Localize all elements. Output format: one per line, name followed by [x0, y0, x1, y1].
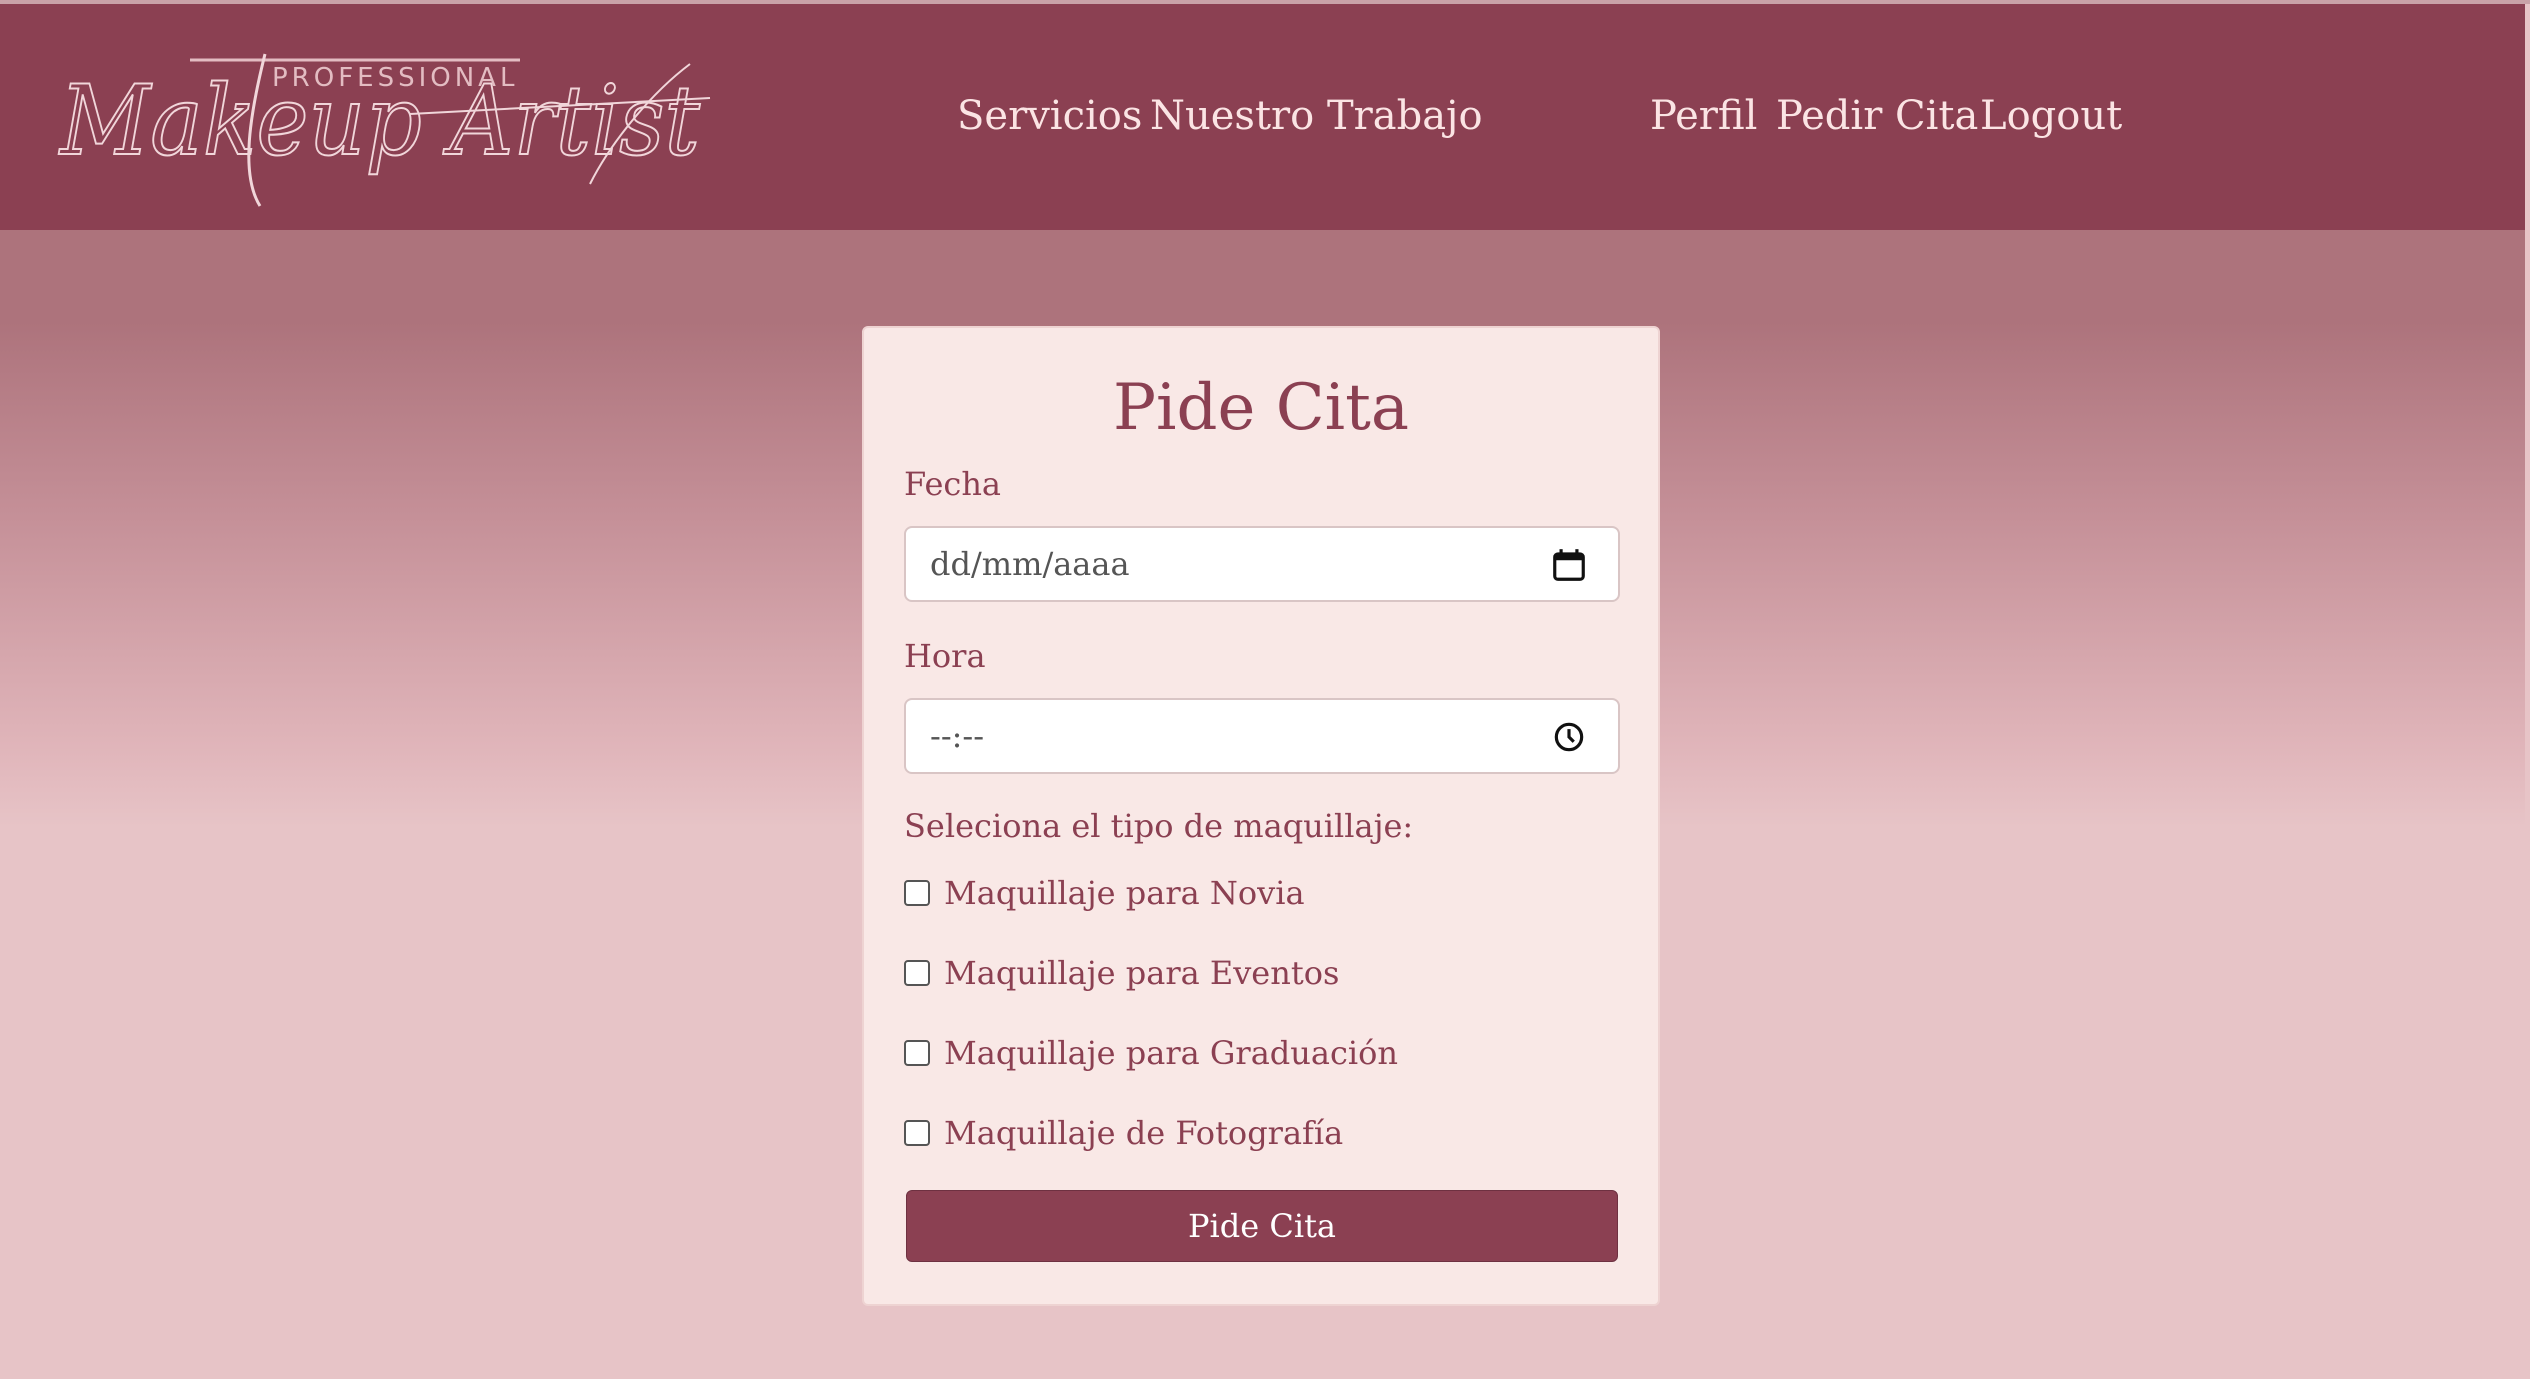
fecha-label: Fecha	[904, 465, 1001, 503]
nav-servicios[interactable]: Servicios	[957, 86, 1142, 146]
calendar-icon[interactable]	[1550, 546, 1588, 584]
form-title: Pide Cita	[1112, 371, 1410, 445]
checkbox-eventos[interactable]	[904, 960, 930, 986]
option-eventos-label: Maquillaje para Eventos	[944, 954, 1340, 992]
checkbox-graduacion[interactable]	[904, 1040, 930, 1066]
hora-placeholder: --:--	[930, 717, 985, 755]
page: PROFESSIONAL Makeup Artist Servicios Nue…	[0, 0, 2525, 1379]
nav-logout[interactable]: Logout	[1980, 86, 2122, 146]
option-fotografia[interactable]: Maquillaje de Fotografía	[904, 1108, 1604, 1158]
option-novia[interactable]: Maquillaje para Novia	[904, 868, 1604, 918]
option-graduacion[interactable]: Maquillaje para Graduación	[904, 1028, 1604, 1078]
appointment-form-card: Pide Cita Fecha dd/mm/aaaa Hora --:-- Se…	[862, 326, 1660, 1306]
option-novia-label: Maquillaje para Novia	[944, 874, 1305, 912]
logo-graphic: PROFESSIONAL Makeup Artist	[57, 53, 711, 207]
fecha-input[interactable]: dd/mm/aaaa	[904, 526, 1620, 602]
option-fotografia-label: Maquillaje de Fotografía	[944, 1114, 1344, 1152]
makeup-artist-logo[interactable]: PROFESSIONAL Makeup Artist	[50, 34, 730, 214]
nav-perfil[interactable]: Perfil	[1650, 86, 1757, 146]
nav-nuestro-trabajo[interactable]: Nuestro Trabajo	[1150, 86, 1483, 146]
hora-label: Hora	[904, 637, 986, 675]
hora-input[interactable]: --:--	[904, 698, 1620, 774]
submit-button[interactable]: Pide Cita	[906, 1190, 1618, 1262]
checkbox-novia[interactable]	[904, 880, 930, 906]
site-header: PROFESSIONAL Makeup Artist Servicios Nue…	[0, 4, 2525, 230]
fecha-placeholder: dd/mm/aaaa	[930, 545, 1130, 583]
tipo-maquillaje-label: Seleciona el tipo de maquillaje:	[904, 807, 1414, 845]
checkbox-fotografia[interactable]	[904, 1120, 930, 1146]
clock-icon[interactable]	[1550, 718, 1588, 756]
nav-pedir-cita[interactable]: Pedir Cita	[1776, 86, 1978, 146]
option-eventos[interactable]: Maquillaje para Eventos	[904, 948, 1604, 998]
option-graduacion-label: Maquillaje para Graduación	[944, 1034, 1398, 1072]
